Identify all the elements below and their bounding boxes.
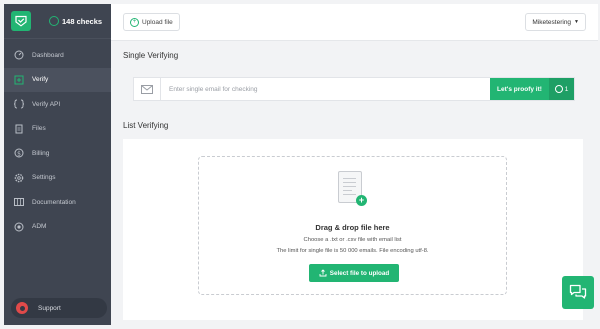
user-menu-button[interactable]: Miketestering ▼ bbox=[525, 13, 586, 31]
sidebar-item-label: ADM bbox=[32, 223, 47, 231]
list-verifying-panel: + Drag & drop file here Choose a .txt or… bbox=[123, 139, 583, 320]
support-label: Support bbox=[38, 304, 61, 312]
top-bar: + Upload file Miketestering ▼ bbox=[111, 4, 598, 41]
plus-circle-icon: + bbox=[130, 17, 139, 27]
dropzone-limit: The limit for single file is 50 000 emai… bbox=[276, 248, 429, 254]
sidebar-item-label: Documentation bbox=[32, 198, 76, 206]
dropzone-hint: Choose a .txt or .csv file with email li… bbox=[303, 237, 402, 243]
check-circle-icon bbox=[49, 16, 59, 26]
sidebar-item-dashboard[interactable]: Dashboard bbox=[4, 43, 111, 68]
single-check-count[interactable]: 1 bbox=[549, 78, 574, 100]
svg-text:$: $ bbox=[17, 151, 21, 158]
caret-down-icon: ▼ bbox=[574, 19, 579, 25]
sidebar-item-billing[interactable]: $ Billing bbox=[4, 141, 111, 166]
files-icon bbox=[13, 123, 24, 134]
single-email-input[interactable] bbox=[161, 78, 490, 100]
sidebar-item-verify[interactable]: Verify bbox=[4, 67, 111, 92]
logo-icon[interactable] bbox=[11, 11, 31, 31]
sidebar-item-label: Dashboard bbox=[32, 51, 64, 59]
proofy-button[interactable]: Let's proofy it! bbox=[490, 78, 549, 100]
verify-icon bbox=[13, 74, 24, 85]
lifebuoy-icon bbox=[16, 302, 28, 314]
dropzone-title: Drag & drop file here bbox=[315, 223, 390, 232]
upload-icon bbox=[319, 269, 327, 277]
sidebar-item-adm[interactable]: ADM bbox=[4, 215, 111, 240]
checks-label: 148 checks bbox=[62, 16, 103, 26]
sidebar-item-documentation[interactable]: Documentation bbox=[4, 190, 111, 215]
sidebar-item-label: Settings bbox=[32, 174, 56, 182]
upload-file-button[interactable]: + Upload file bbox=[123, 13, 180, 31]
upload-file-label: Upload file bbox=[142, 18, 173, 26]
single-verify-bar: Let's proofy it! 1 bbox=[133, 77, 575, 101]
user-name: Miketestering bbox=[532, 18, 572, 26]
settings-icon bbox=[13, 172, 24, 183]
sidebar-item-verify-api[interactable]: Verify API bbox=[4, 92, 111, 117]
envelope-icon bbox=[134, 78, 161, 100]
select-file-button[interactable]: Select file to upload bbox=[309, 264, 399, 282]
chat-icon bbox=[569, 284, 587, 299]
chat-button[interactable] bbox=[562, 276, 594, 309]
file-dropzone[interactable]: + Drag & drop file here Choose a .txt or… bbox=[198, 156, 507, 295]
sidebar-item-label: Verify API bbox=[32, 100, 61, 108]
sidebar-item-label: Files bbox=[32, 125, 46, 133]
checks-counter: 148 checks bbox=[49, 16, 102, 26]
single-count-value: 1 bbox=[564, 85, 569, 93]
billing-icon: $ bbox=[13, 148, 24, 159]
sidebar-item-label: Verify bbox=[32, 76, 49, 84]
sidebar-header: 148 checks bbox=[4, 4, 111, 39]
sidebar-nav: Dashboard Verify Verify API Files $ Bill… bbox=[4, 43, 111, 239]
adm-icon bbox=[13, 221, 24, 232]
single-verifying-title: Single Verifying bbox=[123, 51, 179, 60]
select-file-label: Select file to upload bbox=[329, 269, 390, 277]
api-icon bbox=[13, 99, 24, 110]
add-circle-icon: + bbox=[356, 195, 367, 206]
dashboard-icon bbox=[13, 50, 24, 61]
check-circle-icon bbox=[554, 85, 563, 93]
sidebar-item-settings[interactable]: Settings bbox=[4, 166, 111, 191]
documentation-icon bbox=[13, 197, 24, 208]
sidebar-item-files[interactable]: Files bbox=[4, 117, 111, 142]
document-icon: + bbox=[338, 171, 367, 206]
list-verifying-title: List Verifying bbox=[123, 121, 169, 130]
support-button[interactable]: Support bbox=[11, 298, 107, 318]
sidebar: 148 checks Dashboard Verify Verify API F… bbox=[4, 4, 111, 325]
sidebar-item-label: Billing bbox=[32, 149, 50, 157]
